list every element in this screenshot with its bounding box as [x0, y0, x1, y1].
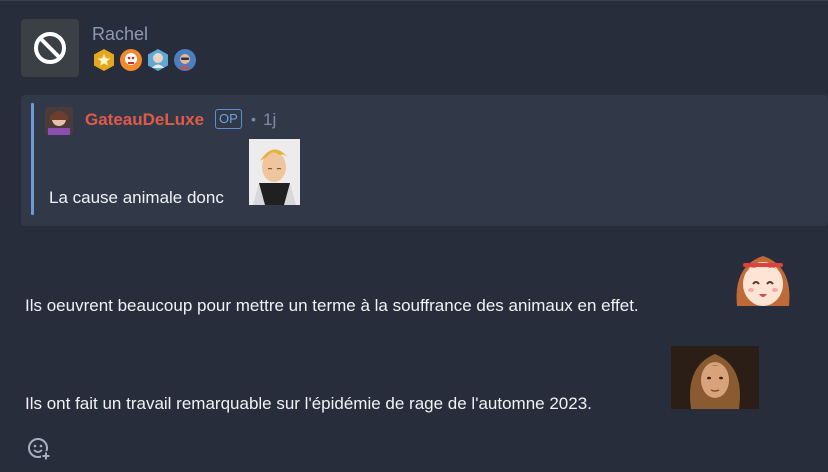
sticker-icon [249, 139, 300, 205]
quote-author-name[interactable]: GateauDeLuxe [85, 110, 204, 130]
sticker-image [729, 246, 797, 314]
post-text-line-1: Ils oeuvrent beaucoup pour mettre un ter… [25, 296, 639, 315]
robot-badge-icon[interactable] [119, 48, 143, 72]
sticker-image [249, 139, 300, 205]
badge-row [92, 48, 197, 72]
sticker-icon [736, 256, 790, 306]
add-reaction-button[interactable] [26, 436, 52, 462]
star-badge-icon[interactable] [92, 48, 116, 72]
avatar-badge-icon[interactable] [146, 48, 170, 72]
user-avatar[interactable] [21, 19, 79, 77]
avatar-icon [45, 107, 73, 135]
separator: • [251, 111, 256, 127]
quote-text: La cause animale donc [49, 188, 224, 207]
op-tag: OP [215, 109, 242, 129]
avatar-badge-icon[interactable] [173, 48, 197, 72]
quote-author-avatar[interactable] [45, 107, 73, 135]
top-divider [0, 0, 828, 1]
username[interactable]: Rachel [92, 24, 148, 45]
emoji-add-icon [28, 438, 51, 461]
post-text-line-2: Ils ont fait un travail remarquable sur … [25, 394, 592, 413]
quoted-post[interactable]: GateauDeLuxe OP • 1j La cause animale do… [21, 95, 828, 226]
sticker-icon [671, 346, 759, 409]
sticker-image [671, 346, 759, 409]
post-age[interactable]: 1j [263, 110, 276, 130]
quote-bar [31, 103, 34, 215]
blocked-icon [34, 32, 66, 64]
